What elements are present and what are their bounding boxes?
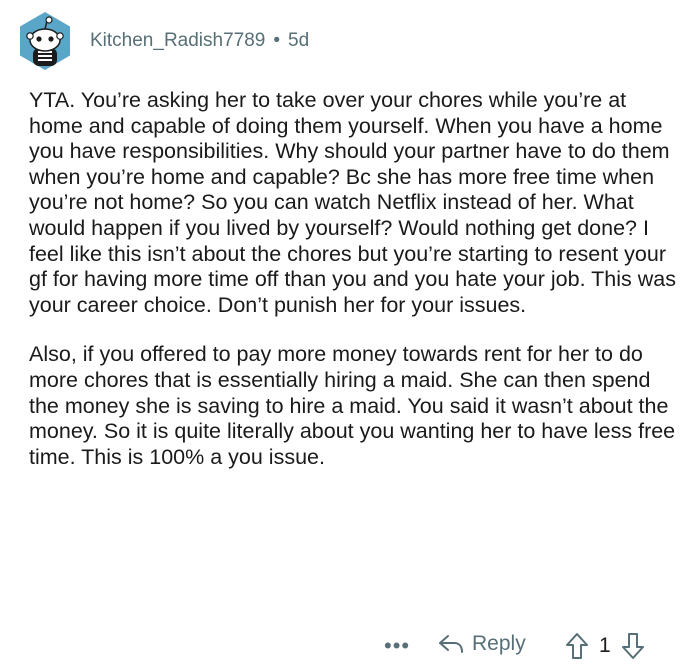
author-line: Kitchen_Radish7789 • 5d bbox=[90, 30, 309, 52]
vote-controls: 1 bbox=[565, 632, 645, 660]
vote-count: 1 bbox=[599, 634, 611, 657]
comment-paragraph: Also, if you offered to pay more money t… bbox=[29, 342, 676, 469]
username[interactable]: Kitchen_Radish7789 bbox=[90, 30, 265, 52]
meta-separator: • bbox=[273, 30, 281, 51]
comment-actions: ••• Reply 1 bbox=[0, 632, 700, 664]
upvote-arrow-icon[interactable] bbox=[565, 632, 589, 660]
reply-button[interactable]: Reply bbox=[438, 632, 526, 656]
avatar[interactable] bbox=[14, 10, 76, 72]
downvote-arrow-icon[interactable] bbox=[621, 632, 645, 660]
more-options-button[interactable]: ••• bbox=[384, 634, 410, 658]
reply-label: Reply bbox=[472, 632, 526, 655]
reply-arrow-icon bbox=[439, 635, 463, 653]
comment-age: 5d bbox=[288, 30, 310, 51]
comment-paragraph: YTA. You’re asking her to take over your… bbox=[29, 88, 676, 317]
comment-body: YTA. You’re asking her to take over your… bbox=[29, 88, 679, 470]
comment-header: Kitchen_Radish7789 • 5d bbox=[14, 10, 309, 72]
